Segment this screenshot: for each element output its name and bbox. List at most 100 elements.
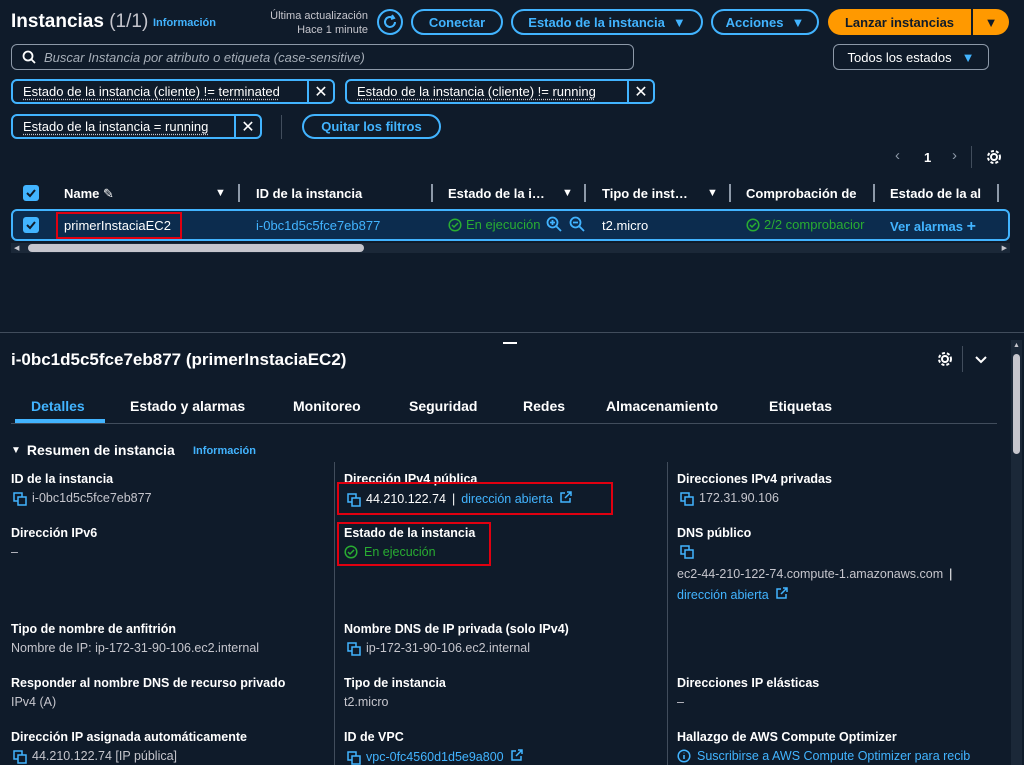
column-header-alarm-state[interactable]: Estado de la al <box>890 186 988 201</box>
scroll-right-icon[interactable]: ▶ <box>1002 244 1007 252</box>
column-header-instance-id[interactable]: ID de la instancia <box>256 186 362 201</box>
highlight-box-state <box>337 522 491 566</box>
caret-down-icon: ▼ <box>961 49 975 65</box>
instance-state-button[interactable]: Estado de la instancia ▼ <box>511 9 703 35</box>
hostname-type-label: Tipo de nombre de anfitrión <box>11 622 177 636</box>
success-check-icon <box>448 217 462 232</box>
row-status-check: 2/2 comprobacior <box>746 217 874 232</box>
row-state: En ejecución <box>448 217 540 232</box>
select-all-checkbox[interactable] <box>23 185 39 201</box>
info-link[interactable]: Información <box>193 445 256 457</box>
detail-title: i-0bc1d5c5fce7eb877 (primerInstaciaEC2) <box>11 350 347 369</box>
actions-button[interactable]: Acciones ▼ <box>711 9 819 35</box>
tab-monitoring[interactable]: Monitoreo <box>293 398 361 414</box>
tab-security[interactable]: Seguridad <box>409 398 477 414</box>
sort-caret-icon[interactable]: ▼ <box>707 187 718 199</box>
filter-chip-running: Estado de la instancia = running ✕ <box>11 114 262 139</box>
chevron-down-icon[interactable] <box>974 353 988 368</box>
vpc-label: ID de VPC <box>344 730 404 744</box>
last-update: Última actualización Hace 1 minute <box>270 10 368 36</box>
tab-tags[interactable]: Etiquetas <box>769 398 832 414</box>
scrollbar-thumb[interactable] <box>28 244 364 252</box>
search-icon <box>22 50 36 64</box>
scrollbar-thumb[interactable] <box>1013 354 1020 454</box>
external-link-icon[interactable] <box>775 587 788 603</box>
connect-button[interactable]: Conectar <box>411 9 503 35</box>
search-placeholder: Buscar Instancia por atributo o etiqueta… <box>44 49 365 65</box>
optimizer-value: Suscribirse a AWS Compute Optimizer para… <box>677 749 1007 763</box>
copy-icon[interactable] <box>347 641 361 656</box>
state-filter-select[interactable]: Todos los estados ▼ <box>833 44 989 70</box>
optimizer-subscribe-link[interactable]: Suscribirse a AWS Compute Optimizer para… <box>697 749 970 763</box>
close-icon[interactable]: ✕ <box>627 81 653 102</box>
open-address-link[interactable]: dirección abierta <box>677 588 769 602</box>
highlight-box-name <box>56 212 182 239</box>
edit-pencil-icon[interactable]: ✎ <box>103 186 114 201</box>
optimizer-label: Hallazgo de AWS Compute Optimizer <box>677 730 897 744</box>
plus-icon[interactable]: + <box>967 218 976 235</box>
launch-dropdown-button[interactable]: ▼ <box>973 15 1009 30</box>
caret-down-icon: ▼ <box>672 14 686 30</box>
tab-details[interactable]: Detalles <box>31 398 85 414</box>
settings-gear-icon[interactable] <box>986 149 1002 168</box>
copy-icon[interactable] <box>347 750 361 765</box>
row-checkbox[interactable] <box>23 217 39 233</box>
column-header-status-check[interactable]: Comprobación de <box>746 186 857 201</box>
view-alarms-link[interactable]: Ver alarmas + <box>890 218 976 236</box>
prev-page-icon[interactable]: ‹ <box>895 147 900 164</box>
check-icon <box>26 189 36 198</box>
tab-status-alarms[interactable]: Estado y alarmas <box>130 398 245 414</box>
page-title: Instancias (1/1) <box>11 11 149 32</box>
elastic-ip-label: Direcciones IP elásticas <box>677 676 820 690</box>
close-icon[interactable]: ✕ <box>234 116 260 137</box>
scroll-up-icon[interactable]: ▲ <box>1013 342 1020 349</box>
clear-filters-button[interactable]: Quitar los filtros <box>302 114 441 139</box>
instance-type-label: Tipo de instancia <box>344 676 446 690</box>
column-header-name[interactable]: Name ✎ <box>64 186 114 202</box>
horizontal-scrollbar[interactable]: ◀ ▶ <box>11 243 1010 253</box>
close-icon[interactable]: ✕ <box>307 81 333 102</box>
drag-handle-icon[interactable] <box>503 342 517 344</box>
copy-icon[interactable] <box>13 491 27 506</box>
instance-id-label: ID de la instancia <box>11 472 114 486</box>
ipv4-private-value: 172.31.90.106 <box>680 491 779 506</box>
instance-count: (1/1) <box>109 11 149 32</box>
scroll-left-icon[interactable]: ◀ <box>14 244 19 252</box>
sort-caret-icon[interactable]: ▼ <box>215 187 226 199</box>
instance-id-value: i-0bc1d5c5fce7eb877 <box>13 491 152 506</box>
caret-down-icon: ▼ <box>11 444 21 456</box>
filter-chip-not-terminated: Estado de la instancia (cliente) != term… <box>11 79 335 104</box>
public-dns-label: DNS público <box>677 526 752 540</box>
caret-down-icon: ▼ <box>791 14 805 30</box>
zoom-out-icon[interactable] <box>569 216 585 235</box>
tab-networking[interactable]: Redes <box>523 398 565 414</box>
info-link[interactable]: Información <box>153 17 216 29</box>
column-header-type[interactable]: Tipo de inst… <box>602 186 688 201</box>
answer-dns-value: IPv4 (A) <box>11 695 57 709</box>
external-link-icon[interactable] <box>510 749 523 765</box>
row-instance-id-link[interactable]: i-0bc1d5c5fce7eb877 <box>256 218 380 233</box>
sort-caret-icon[interactable]: ▼ <box>562 187 573 199</box>
section-toggle[interactable]: ▼ Resumen de instancia <box>11 442 175 458</box>
copy-icon[interactable] <box>13 749 27 764</box>
highlight-box-ipv4 <box>337 482 613 515</box>
success-check-icon <box>746 217 760 232</box>
launch-instances-split-button: Lanzar instancias ▼ <box>828 9 1009 35</box>
copy-icon[interactable] <box>680 545 694 562</box>
copy-icon[interactable] <box>680 491 694 506</box>
page-number[interactable]: 1 <box>924 150 931 165</box>
auto-ip-value: 44.210.122.74 [IP pública] <box>13 749 177 764</box>
zoom-in-icon[interactable] <box>546 216 562 235</box>
column-header-state[interactable]: Estado de la i… <box>448 186 545 201</box>
launch-instances-button[interactable]: Lanzar instancias <box>828 15 971 30</box>
refresh-button[interactable] <box>377 9 403 35</box>
vertical-scrollbar[interactable]: ▲ <box>1011 340 1022 765</box>
next-page-icon[interactable]: › <box>952 147 957 164</box>
answer-dns-label: Responder al nombre DNS de recurso priva… <box>11 676 286 690</box>
tab-storage[interactable]: Almacenamiento <box>606 398 718 414</box>
settings-gear-icon[interactable] <box>937 351 953 370</box>
ipv6-label: Dirección IPv6 <box>11 526 98 540</box>
search-input[interactable]: Buscar Instancia por atributo o etiqueta… <box>11 44 634 70</box>
vpc-link[interactable]: vpc-0fc4560d1d5e9a800 <box>366 750 504 764</box>
ipv6-value: – <box>11 545 18 559</box>
